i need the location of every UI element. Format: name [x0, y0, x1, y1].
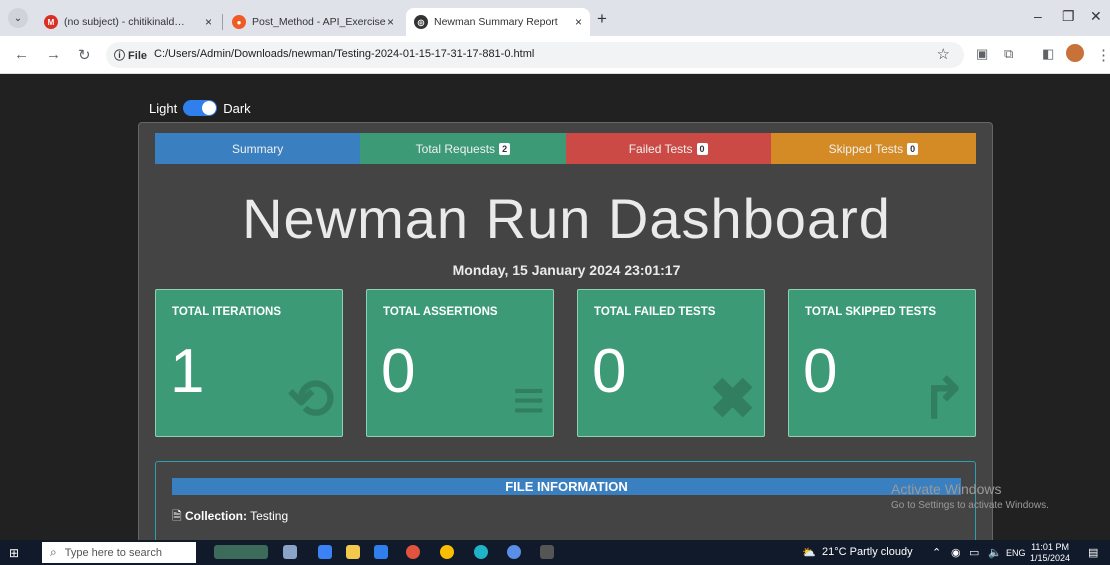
browser-toolbar: ← → ↻ ⓘ File C:/Users/Admin/Downloads/ne… — [0, 36, 1110, 74]
tray-chevron-icon[interactable]: ⌃ — [932, 546, 941, 559]
app-icon[interactable] — [507, 545, 521, 559]
tab-gmail[interactable]: M (no subject) - chitikinald@gma × — [36, 8, 220, 36]
store-icon[interactable] — [346, 545, 360, 559]
volume-muted-icon[interactable]: 🔈 — [988, 546, 1002, 559]
file-icon: 🗎 — [172, 509, 182, 523]
report-nav: Summary Total Requests 2 Failed Tests 0 … — [155, 133, 976, 164]
extensions-puzzle-icon[interactable]: ⧉ — [1004, 46, 1013, 62]
theme-toggle[interactable] — [183, 100, 218, 116]
theme-switch[interactable]: Light Dark — [149, 100, 251, 116]
postman-icon: ● — [232, 15, 246, 29]
extension-icon[interactable]: ▣ — [976, 46, 988, 62]
edge-icon[interactable] — [474, 545, 488, 559]
requests-badge: 2 — [499, 142, 511, 155]
close-tab-icon[interactable]: × — [387, 15, 394, 29]
new-tab-button[interactable]: + — [597, 9, 607, 29]
taskbar-search[interactable]: ⌕ Type here to search — [42, 542, 196, 563]
search-highlight-image[interactable] — [214, 545, 268, 559]
card-total-failed-tests: TOTAL FAILED TESTS 0 ✖ — [577, 289, 765, 437]
windows-start-icon[interactable]: ⊞ — [9, 546, 19, 560]
office-icon[interactable] — [406, 545, 420, 559]
address-bar[interactable]: ⓘ File C:/Users/Admin/Downloads/newman/T… — [106, 42, 964, 68]
mail-icon[interactable] — [374, 545, 388, 559]
share-icon: ↱ — [920, 367, 967, 430]
card-total-iterations: TOTAL ITERATIONS 1 ⟲ — [155, 289, 343, 437]
nav-summary[interactable]: Summary — [155, 133, 361, 164]
weather-icon[interactable]: ⛅ — [802, 546, 816, 559]
times-circle-icon: ✖ — [709, 367, 756, 430]
nav-total-requests[interactable]: Total Requests 2 — [360, 133, 566, 164]
profile-avatar[interactable] — [1066, 44, 1084, 62]
close-window-button[interactable]: ✕ — [1090, 8, 1102, 25]
chrome-icon[interactable] — [440, 545, 454, 559]
collection-label: Collection: — [185, 509, 247, 523]
language-indicator[interactable]: ENG — [1006, 548, 1026, 558]
network-icon[interactable]: ◉ — [951, 546, 961, 559]
file-explorer-icon[interactable] — [318, 545, 332, 559]
bookmark-star-icon[interactable]: ☆ — [937, 45, 950, 63]
forward-icon[interactable]: → — [46, 46, 61, 63]
tab-newman-report[interactable]: ◎ Newman Summary Report × — [406, 8, 590, 36]
taskbar-clock[interactable]: 11:01 PM 1/15/2024 — [1030, 542, 1070, 564]
close-tab-icon[interactable]: × — [575, 15, 582, 29]
site-info-chip[interactable]: ⓘ File — [114, 47, 147, 63]
card-total-assertions: TOTAL ASSERTIONS 0 ≡ — [366, 289, 554, 437]
nav-skipped-tests[interactable]: Skipped Tests 0 — [770, 133, 976, 164]
more-menu-icon[interactable]: ⋮ — [1096, 46, 1110, 64]
dashboard-container: Summary Total Requests 2 Failed Tests 0 … — [138, 122, 993, 561]
tasks-icon: ≡ — [512, 368, 545, 431]
browser-tab-strip: ⌄ M (no subject) - chitikinald@gma × ● P… — [0, 0, 1110, 36]
close-tab-icon[interactable]: × — [205, 15, 212, 29]
sync-icon: ⟲ — [287, 367, 334, 430]
back-icon[interactable]: ← — [14, 46, 29, 63]
report-page: Light Dark Summary Total Requests 2 Fail… — [0, 75, 1110, 561]
task-view-icon[interactable] — [283, 545, 297, 559]
tab-postman[interactable]: ● Post_Method - API_Exercise × — [224, 8, 402, 36]
skipped-badge: 0 — [907, 142, 919, 155]
globe-icon: ◎ — [414, 15, 428, 29]
restore-button[interactable]: ❐ — [1062, 8, 1075, 25]
failed-badge: 0 — [696, 142, 708, 155]
search-icon: ⌕ — [50, 545, 57, 559]
run-timestamp: Monday, 15 January 2024 23:01:17 — [452, 262, 681, 278]
notifications-icon[interactable]: ▤ — [1088, 546, 1098, 559]
activate-windows-watermark: Activate Windows Go to Settings to activ… — [891, 481, 1049, 511]
page-title: Newman Run Dashboard — [242, 187, 891, 250]
card-total-skipped-tests: TOTAL SKIPPED TESTS 0 ↱ — [788, 289, 976, 437]
side-panel-icon[interactable]: ◧ — [1042, 46, 1054, 62]
url-text[interactable]: C:/Users/Admin/Downloads/newman/Testing-… — [154, 48, 534, 60]
tab-separator — [222, 14, 223, 30]
collection-value: Testing — [250, 509, 289, 523]
terminal-icon[interactable] — [540, 545, 554, 559]
file-information-heading: FILE INFORMATION — [172, 478, 961, 495]
windows-taskbar: ⊞ ⌕ Type here to search ⛅ 21°C Partly cl… — [0, 540, 1110, 565]
collection-row: 🗎 Collection: Testing — [172, 507, 288, 528]
light-label: Light — [149, 100, 178, 116]
gmail-icon: M — [44, 15, 58, 29]
nav-failed-tests[interactable]: Failed Tests 0 — [565, 133, 771, 164]
battery-icon[interactable]: ▭ — [969, 546, 979, 559]
dark-label: Dark — [223, 100, 251, 116]
weather-text[interactable]: 21°C Partly cloudy — [822, 546, 913, 558]
reload-icon[interactable]: ↻ — [78, 46, 91, 64]
minimize-button[interactable]: – — [1034, 8, 1042, 24]
tab-search-button[interactable]: ⌄ — [8, 8, 28, 28]
